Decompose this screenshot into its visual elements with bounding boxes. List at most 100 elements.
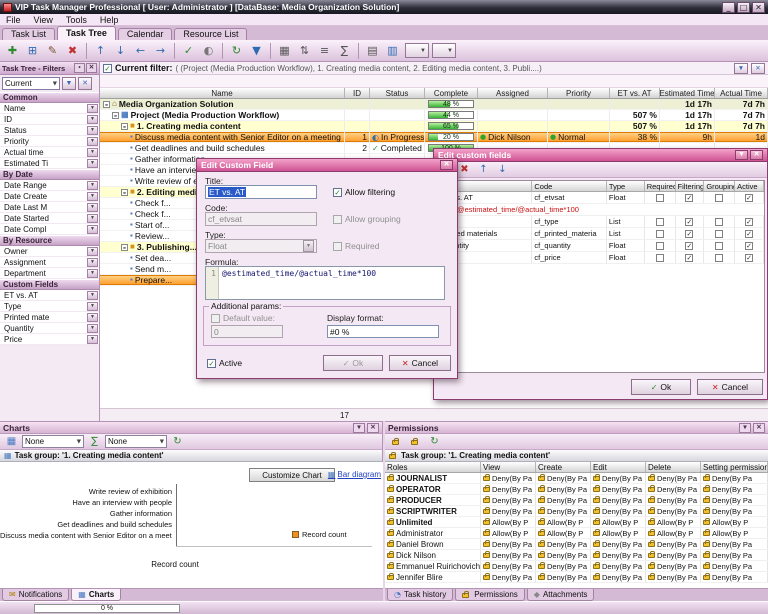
dropdown-icon[interactable]: ▼ — [87, 335, 98, 344]
clear-filter-icon[interactable]: ✕ — [78, 77, 92, 90]
permission-cell[interactable]: Deny(By Pa — [591, 550, 646, 560]
permission-cell[interactable]: Deny(By Pa — [646, 572, 701, 582]
permission-cell[interactable]: Allow(By P — [701, 528, 768, 538]
permission-row[interactable]: SCRIPTWRITERDeny(By PaDeny(By PaDeny(By … — [385, 506, 768, 517]
cf-column-active[interactable]: Active — [735, 181, 764, 191]
filter-group-common[interactable]: Common — [0, 92, 99, 103]
date-range-dropdown[interactable]: ▼ — [432, 43, 456, 58]
cf-column-type[interactable]: Type — [607, 181, 645, 191]
filter-item-date-last-m[interactable]: Date Last M▼ — [0, 202, 99, 213]
tab-calendar[interactable]: Calendar — [118, 28, 173, 40]
checkbox-unchecked-icon[interactable] — [656, 230, 664, 238]
menu-help[interactable]: Help — [100, 15, 119, 25]
allow-filtering-checkbox[interactable]: ✓ Allow filtering — [333, 187, 395, 197]
summary-icon[interactable]: ∑ — [335, 42, 354, 60]
permission-cell[interactable]: Deny(By Pa — [481, 473, 536, 483]
permission-cell[interactable]: Deny(By Pa — [591, 495, 646, 505]
view-dropdown[interactable]: ▼ — [405, 43, 429, 58]
grant-permission-icon[interactable] — [388, 435, 405, 449]
filter-group-by-date[interactable]: By Date — [0, 169, 99, 180]
filter-icon[interactable]: ▼ — [247, 42, 266, 60]
move-right-icon[interactable]: → — [151, 42, 170, 60]
column-header-estimated-time[interactable]: Estimated Time — [660, 88, 715, 98]
permission-cell[interactable]: Deny(By Pa — [646, 506, 701, 516]
permission-row[interactable]: AdministratorAllow(By PAllow(By PAllow(B… — [385, 528, 768, 539]
checkbox-checked-icon[interactable]: ✓ — [685, 254, 693, 262]
permission-cell[interactable]: Deny(By Pa — [701, 550, 768, 560]
tab-notifications[interactable]: ✉Notifications — [2, 589, 69, 601]
permission-cell[interactable]: Deny(By Pa — [646, 473, 701, 483]
cf-column-code[interactable]: Code — [532, 181, 607, 191]
permission-row[interactable]: Emmanuel RuirichovichDeny(By PaDeny(By P… — [385, 561, 768, 572]
filter-item-date-started[interactable]: Date Started▼ — [0, 213, 99, 224]
column-header-id[interactable]: ID — [345, 88, 370, 98]
filter-item-et-vs-at[interactable]: ET vs. AT▼ — [0, 290, 99, 301]
columns-icon[interactable]: ▦ — [275, 42, 294, 60]
permission-cell[interactable]: Deny(By Pa — [701, 572, 768, 582]
permission-cell[interactable]: Deny(By Pa — [481, 550, 536, 560]
permission-row[interactable]: Daniel BrownDeny(By PaDeny(By PaDeny(By … — [385, 539, 768, 550]
maximize-button[interactable]: □ — [737, 2, 750, 13]
dropdown-icon[interactable]: ▼ — [87, 115, 98, 124]
checkbox-checked-icon[interactable]: ✓ — [745, 194, 753, 202]
permission-cell[interactable]: Deny(By Pa — [646, 550, 701, 560]
task-row[interactable]: -▦Project (Media Production Workflow)44 … — [100, 110, 768, 121]
checkbox-checked-icon[interactable]: ✓ — [685, 242, 693, 250]
chart-type-icon[interactable]: ▦ — [3, 435, 20, 449]
cf-column-grouping[interactable]: Grouping — [704, 181, 735, 191]
permission-cell[interactable]: Deny(By Pa — [701, 539, 768, 549]
move-left-icon[interactable]: ← — [131, 42, 150, 60]
column-header-status[interactable]: Status — [370, 88, 425, 98]
tab-task-tree[interactable]: Task Tree — [57, 26, 116, 40]
column-header-assigned[interactable]: Assigned — [478, 88, 548, 98]
active-checkbox[interactable]: ✓ Active — [207, 358, 242, 368]
permission-cell[interactable]: Deny(By Pa — [536, 473, 591, 483]
checkbox-unchecked-icon[interactable] — [715, 230, 723, 238]
formula-editor[interactable]: 1 @estimated_time/@actual_time*100 — [205, 266, 445, 300]
filter-item-name[interactable]: Name▼ — [0, 103, 99, 114]
dropdown-icon[interactable]: ▼ — [87, 269, 98, 278]
checkbox-checked-icon[interactable]: ✓ — [685, 218, 693, 226]
custom-fields-titlebar[interactable]: Edit custom fields ▾ ✕ — [434, 149, 767, 162]
permission-cell[interactable]: Deny(By Pa — [701, 473, 768, 483]
permission-cell[interactable]: Deny(By Pa — [536, 550, 591, 560]
bar-diagram-link[interactable]: ▦ Bar diagram — [328, 470, 381, 479]
filter-item-date-create[interactable]: Date Create▼ — [0, 191, 99, 202]
menu-tools[interactable]: Tools — [66, 15, 87, 25]
checkbox-checked-icon[interactable]: ✓ — [685, 194, 693, 202]
dropdown-icon[interactable]: ▼ — [87, 225, 98, 234]
edit-task-icon[interactable]: ✎ — [43, 42, 62, 60]
chart-select[interactable]: None▼ — [22, 435, 84, 448]
tab-attachments[interactable]: ◆Attachments — [527, 589, 595, 601]
menu-file[interactable]: File — [6, 15, 21, 25]
delete-field-icon[interactable]: ✖ — [456, 163, 473, 177]
cf-cancel-button[interactable]: ✕ Cancel — [697, 379, 763, 395]
tab-task-list[interactable]: Task List — [2, 28, 55, 40]
expand-toggle-icon[interactable]: - — [103, 101, 110, 108]
minimize-button[interactable]: _ — [722, 2, 735, 13]
filter-item-status[interactable]: Status▼ — [0, 125, 99, 136]
permission-cell[interactable]: Allow(By P — [481, 528, 536, 538]
dropdown-icon[interactable]: ▼ — [87, 104, 98, 113]
checkbox-unchecked-icon[interactable] — [656, 254, 664, 262]
checkbox-unchecked-icon[interactable] — [715, 194, 723, 202]
filter-item-date-range[interactable]: Date Range▼ — [0, 180, 99, 191]
permission-cell[interactable]: Deny(By Pa — [701, 561, 768, 571]
refresh-icon[interactable]: ↻ — [227, 42, 246, 60]
column-header-actual-time[interactable]: Actual Time — [715, 88, 768, 98]
cf-column-required[interactable]: Required — [645, 181, 676, 191]
expand-toggle-icon[interactable]: - — [121, 189, 128, 196]
value-field-icon[interactable]: ∑ — [86, 435, 103, 449]
permission-cell[interactable]: Deny(By Pa — [481, 484, 536, 494]
permission-cell[interactable]: Deny(By Pa — [591, 506, 646, 516]
filters-close-icon[interactable]: ✕ — [86, 63, 97, 73]
column-header-name[interactable]: Name — [100, 88, 345, 98]
delete-task-icon[interactable]: ✖ — [63, 42, 82, 60]
title-input[interactable]: ET vs. AT — [205, 185, 317, 199]
filter-item-printed-mate[interactable]: Printed mate▼ — [0, 312, 99, 323]
checkbox-unchecked-icon[interactable] — [656, 242, 664, 250]
dropdown-icon[interactable]: ▼ — [87, 214, 98, 223]
permission-cell[interactable]: Deny(By Pa — [701, 495, 768, 505]
custom-field-row[interactable]: ET vs. ATcf_etvsatFloat✓✓ — [439, 192, 764, 204]
permission-cell[interactable]: Deny(By Pa — [646, 495, 701, 505]
